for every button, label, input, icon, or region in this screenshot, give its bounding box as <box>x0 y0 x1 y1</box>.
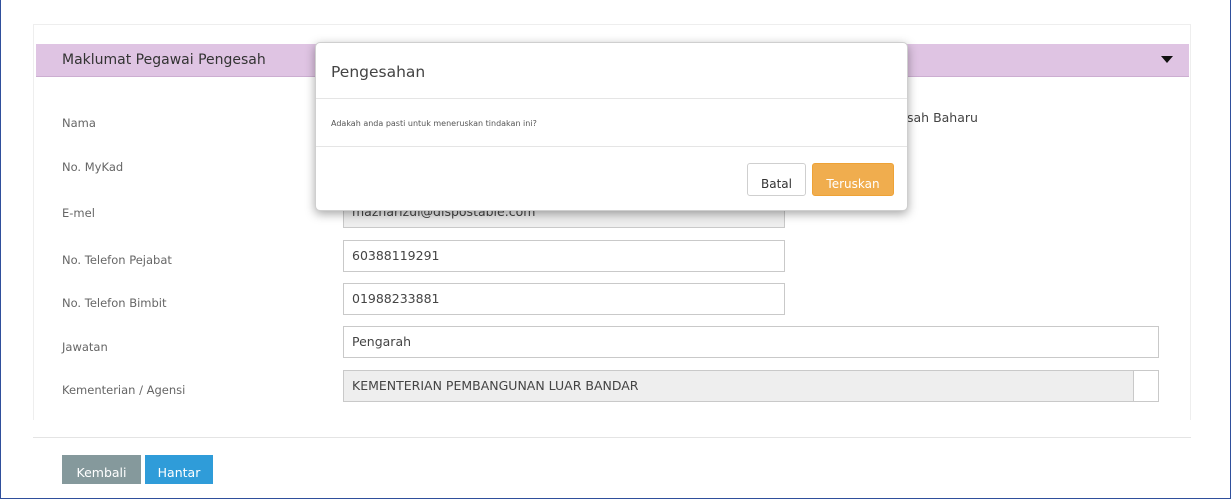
jawatan-value: Pengarah <box>352 334 412 349</box>
submit-button[interactable]: Hantar <box>145 455 213 484</box>
partial-status-text: sah Baharu <box>907 110 978 125</box>
label-jawatan: Jawatan <box>62 340 108 354</box>
label-email: E-mel <box>62 206 95 220</box>
back-button[interactable]: Kembali <box>62 455 141 484</box>
label-office-phone: No. Telefon Pejabat <box>62 253 172 267</box>
panel-top-divider <box>33 24 1191 25</box>
footer-divider <box>33 437 1191 438</box>
cancel-button[interactable]: Batal <box>747 163 806 196</box>
office-phone-field[interactable]: 60388119291 <box>343 240 785 272</box>
select-addon[interactable] <box>1133 371 1158 401</box>
dialog-title: Pengesahan <box>331 63 426 81</box>
label-mobile-phone: No. Telefon Bimbit <box>62 296 167 310</box>
section-title: Maklumat Pegawai Pengesah <box>62 52 266 68</box>
kementerian-select[interactable]: KEMENTERIAN PEMBANGUNAN LUAR BANDAR <box>343 370 1159 402</box>
dialog-message: Adakah anda pasti untuk meneruskan tinda… <box>331 119 537 128</box>
dialog-header-divider <box>316 98 907 99</box>
kementerian-value: KEMENTERIAN PEMBANGUNAN LUAR BANDAR <box>352 378 639 393</box>
label-nama: Nama <box>62 116 96 130</box>
office-phone-value: 60388119291 <box>352 248 440 263</box>
dialog-footer-divider <box>316 146 907 147</box>
label-mykad: No. MyKad <box>62 160 124 174</box>
jawatan-field[interactable]: Pengarah <box>343 326 1159 358</box>
mobile-phone-field[interactable]: 01988233881 <box>343 283 785 315</box>
label-kementerian: Kementerian / Agensi <box>62 383 186 397</box>
mobile-phone-value: 01988233881 <box>352 291 440 306</box>
confirmation-dialog: Pengesahan Adakah anda pasti untuk mener… <box>315 42 908 211</box>
confirm-button[interactable]: Teruskan <box>812 163 894 196</box>
collapse-caret-icon[interactable] <box>1161 56 1173 63</box>
